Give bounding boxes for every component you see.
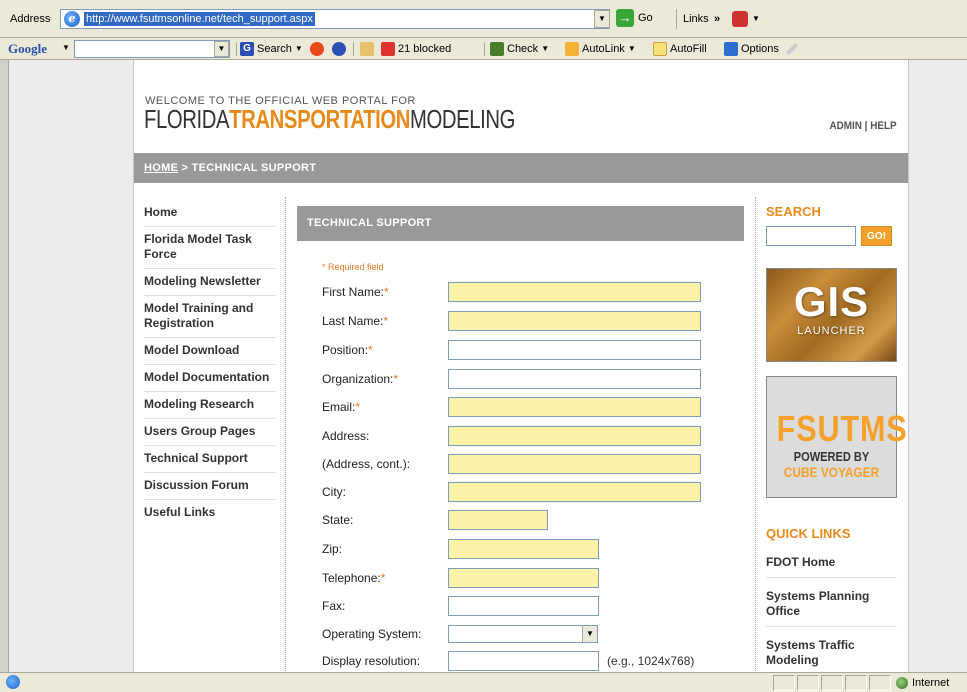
status-panel: [773, 675, 795, 691]
pencil-icon[interactable]: [785, 42, 799, 56]
section-title: TECHNICAL SUPPORT: [297, 206, 744, 241]
status-panel: [821, 675, 843, 691]
status-bar: Internet: [0, 672, 967, 692]
info-globe-icon[interactable]: [332, 42, 346, 56]
address-label: Address: [10, 13, 51, 25]
help-link[interactable]: HELP: [871, 120, 897, 132]
address-url[interactable]: http://www.fsutmsonline.net/tech_support…: [84, 12, 315, 26]
organization-field[interactable]: [448, 369, 701, 389]
site-search-input[interactable]: [766, 226, 856, 246]
nav-item-download[interactable]: Model Download: [144, 338, 276, 365]
quick-link-systems-planning[interactable]: Systems Planning Office: [766, 586, 897, 627]
go-button[interactable]: → Go: [616, 9, 653, 27]
toolbar-separator: [484, 42, 485, 56]
admin-link[interactable]: ADMIN: [830, 120, 862, 132]
first-name-field[interactable]: [448, 282, 701, 302]
telephone-field[interactable]: [448, 568, 599, 588]
os-select[interactable]: ▼: [448, 625, 598, 643]
go-label: Go: [638, 12, 653, 24]
city-field[interactable]: [448, 482, 701, 502]
autofill-button[interactable]: AutoFill: [653, 40, 707, 58]
breadcrumb: HOME > TECHNICAL SUPPORT: [134, 153, 908, 183]
autolink-icon: [565, 42, 579, 56]
status-panel: [869, 675, 891, 691]
chevron-down-icon[interactable]: ▼: [582, 626, 597, 642]
extension-dropdown-icon[interactable]: ▼: [752, 9, 760, 29]
nav-item-home[interactable]: Home: [144, 200, 276, 227]
autofill-icon: [653, 42, 667, 56]
go-arrow-icon: →: [616, 9, 634, 27]
nav-item-technical-support[interactable]: Technical Support: [144, 446, 276, 473]
search-heading: SEARCH: [766, 204, 821, 219]
required-field-note: * Required field: [322, 262, 384, 272]
gis-launcher-banner[interactable]: GIS LAUNCHER: [766, 268, 897, 362]
nav-item-newsletter[interactable]: Modeling Newsletter: [144, 269, 276, 296]
address-dropdown-icon[interactable]: ▼: [594, 10, 610, 28]
quick-links-heading: QUICK LINKS: [766, 526, 851, 541]
nav-item-documentation[interactable]: Model Documentation: [144, 365, 276, 392]
status-panel: [797, 675, 819, 691]
nav-item-useful-links[interactable]: Useful Links: [144, 500, 276, 526]
toolbar-separator: [353, 42, 354, 56]
popup-blocker-button[interactable]: 21 blocked: [381, 40, 451, 58]
resolution-field[interactable]: [448, 651, 599, 671]
column-divider: [285, 197, 286, 672]
google-toolbar: Google ▼ ▼ G Search ▼ 21 blocked Check ▼…: [0, 38, 967, 60]
toolbar-separator: [236, 42, 237, 56]
links-chevron-icon[interactable]: »: [714, 9, 720, 29]
address-field[interactable]: [448, 426, 701, 446]
globe-icon: [896, 677, 908, 689]
address-input[interactable]: e http://www.fsutmsonline.net/tech_suppo…: [60, 9, 610, 29]
options-icon: [724, 42, 738, 56]
site-logo[interactable]: FLORIDATRANSPORTATIONMODELING: [144, 104, 515, 135]
spellcheck-icon: [490, 42, 504, 56]
ie-page-icon: e: [64, 11, 80, 27]
email-field[interactable]: [448, 397, 701, 417]
address2-field[interactable]: [448, 454, 701, 474]
quick-links-list: FDOT Home Systems Planning Office System…: [766, 552, 897, 672]
search-go-button[interactable]: GO!: [861, 226, 892, 246]
admin-help-links: ADMIN | HELP: [829, 120, 897, 132]
status-panel: [845, 675, 867, 691]
address-bar: Address e http://www.fsutmsonline.net/te…: [0, 0, 967, 38]
column-divider: [755, 197, 756, 672]
last-name-field[interactable]: [448, 311, 701, 331]
resolution-hint: (e.g., 1024x768): [607, 654, 695, 668]
nav-item-model-task-force[interactable]: Florida Model Task Force: [144, 227, 276, 269]
quick-link-traffic-modeling[interactable]: Systems Traffic Modeling: [766, 635, 897, 672]
web-page: WELCOME TO THE OFFICIAL WEB PORTAL FOR F…: [133, 60, 909, 672]
position-field[interactable]: [448, 340, 701, 360]
quick-link-fdot-home[interactable]: FDOT Home: [766, 552, 897, 578]
breadcrumb-current: TECHNICAL SUPPORT: [191, 162, 317, 174]
left-nav: Home Florida Model Task Force Modeling N…: [144, 200, 276, 526]
security-zone: Internet: [896, 675, 949, 691]
google-menu-icon[interactable]: ▼: [62, 41, 70, 55]
nav-item-users-group[interactable]: Users Group Pages: [144, 419, 276, 446]
options-button[interactable]: Options: [724, 40, 779, 58]
zip-field[interactable]: [448, 539, 599, 559]
state-field[interactable]: [448, 510, 548, 530]
links-button[interactable]: Links: [676, 9, 709, 29]
fsutms-banner[interactable]: FSUTMS POWERED BY CUBE VOYAGER: [766, 376, 907, 498]
google-search-dropdown-icon[interactable]: ▼: [214, 41, 229, 57]
google-g-icon: G: [240, 42, 254, 56]
toolbar-extension-icon[interactable]: [732, 11, 748, 27]
popup-blocked-icon: [381, 42, 395, 56]
google-search-button[interactable]: G Search ▼: [240, 40, 303, 58]
ie-status-icon: [6, 675, 20, 689]
fax-field[interactable]: [448, 596, 599, 616]
highlight-icon[interactable]: [360, 42, 374, 56]
nav-item-discussion-forum[interactable]: Discussion Forum: [144, 473, 276, 500]
nav-item-training[interactable]: Model Training and Registration: [144, 296, 276, 338]
autolink-button[interactable]: AutoLink ▼: [565, 40, 636, 58]
google-logo[interactable]: Google: [8, 41, 47, 57]
nav-item-research[interactable]: Modeling Research: [144, 392, 276, 419]
breadcrumb-home-link[interactable]: HOME: [144, 162, 178, 174]
google-search-input[interactable]: [74, 40, 230, 58]
page-viewport: WELCOME TO THE OFFICIAL WEB PORTAL FOR F…: [8, 60, 967, 672]
pagerank-icon[interactable]: [310, 42, 324, 56]
spellcheck-button[interactable]: Check ▼: [490, 40, 549, 58]
